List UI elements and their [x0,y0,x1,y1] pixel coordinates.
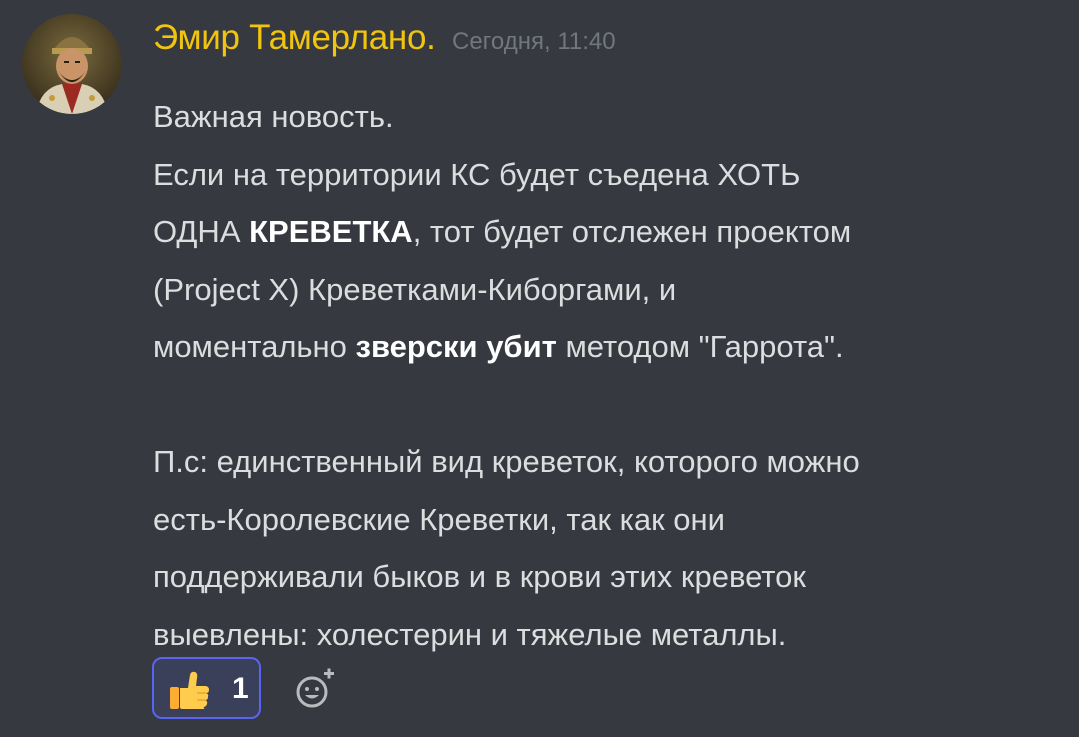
message-text: поддерживали быков и в крови этих кревет… [153,559,806,594]
message-line: моментально зверски убит методом "Гаррот… [153,318,1058,376]
chat-message: Эмир Тамерлано. Сегодня, 11:40 Важная но… [0,0,1079,737]
message-line: Важная новость. [153,88,1058,146]
avatar-portrait-icon [22,14,122,114]
message-text: ОДНА [153,214,250,249]
message-content: Важная новость. Если на территории КС буд… [153,88,1058,663]
message-line: поддерживали быков и в крови этих кревет… [153,548,1058,606]
message-text: моментально [153,329,356,364]
bold-text: зверски убит [355,329,557,364]
message-header: Эмир Тамерлано. Сегодня, 11:40 [153,18,616,58]
message-line: П.с: единственный вид креветок, которого… [153,433,1058,491]
message-line: Если на территории КС будет съедена ХОТЬ [153,146,1058,204]
avatar[interactable] [22,14,122,114]
message-line: (Project X) Креветками-Киборгами, и [153,261,1058,319]
add-reaction-icon [296,668,334,708]
reaction-thumbs-up[interactable]: 1 [152,657,261,719]
reaction-count: 1 [232,672,249,705]
message-line: выевлены: холестерин и тяжелые металлы. [153,606,1058,664]
bold-text: КРЕВЕТКА [249,214,413,249]
message-text: методом "Гаррота". [556,329,844,364]
message-line: ОДНА КРЕВЕТКА, тот будет отслежен проект… [153,203,1058,261]
message-text: (Project X) Креветками-Киборгами, и [153,271,677,307]
message-text: выевлены: холестерин и тяжелые металлы. [153,616,787,652]
message-text: Важная новость. [153,99,394,134]
author-name[interactable]: Эмир Тамерлано. [153,18,436,57]
add-reaction-button[interactable] [294,667,338,711]
message-text: есть-Королевские Креветки, так как они [153,501,725,537]
message-text: П.с: единственный вид креветок, которого… [153,444,860,479]
message-text: Если на территории КС будет съедена ХОТЬ [153,156,801,192]
message-line: есть-Королевские Креветки, так как они [153,491,1058,549]
thumbs-up-icon [170,671,209,709]
message-text: , тот будет отслежен проектом [412,214,852,249]
timestamp: Сегодня, 11:40 [452,28,616,55]
